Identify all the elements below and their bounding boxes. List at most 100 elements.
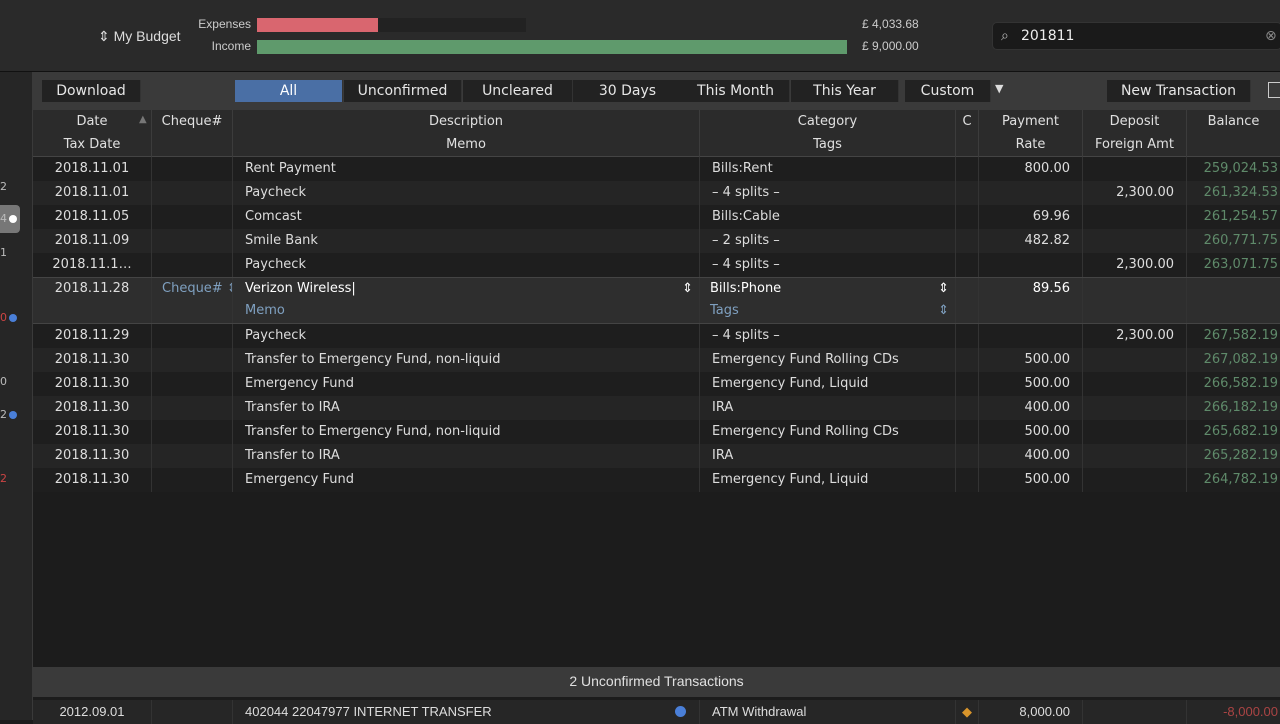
- description-cell: Rent Payment: [233, 157, 700, 181]
- date-cell: 2018.11.01: [33, 181, 152, 205]
- memo-field[interactable]: Memo: [245, 300, 699, 322]
- cleared-cell[interactable]: [956, 181, 979, 205]
- header-balance[interactable]: Balance: [1187, 110, 1280, 157]
- filter-tab-all[interactable]: All: [235, 80, 343, 102]
- sidebar-item-count[interactable]: 1: [0, 246, 7, 259]
- transaction-list: 2018.11.01 Rent Payment Bills:Rent 800.0…: [33, 157, 1280, 492]
- status-dot-icon: [9, 314, 17, 322]
- deposit-cell: 2,300.00: [1083, 253, 1187, 277]
- sidebar-item-count[interactable]: 2: [0, 408, 17, 421]
- download-button[interactable]: Download: [42, 80, 141, 102]
- balance-cell: 265,282.19: [1203, 448, 1278, 463]
- balance-cell: 260,771.75: [1203, 233, 1278, 248]
- payment-field[interactable]: 89.56: [979, 278, 1083, 323]
- category-cell: IRA: [700, 444, 956, 468]
- filter-tab-this-month[interactable]: This Month: [682, 80, 790, 102]
- payment-cell: 400.00: [979, 396, 1083, 420]
- table-row[interactable]: 2018.11.30 Transfer to IRA IRA 400.00 26…: [33, 444, 1280, 468]
- cheque-cell: [152, 229, 233, 253]
- header-cheque[interactable]: Cheque#: [152, 110, 233, 157]
- unconfirmed-row[interactable]: 2012.09.01 402044 22047977 INTERNET TRAN…: [33, 700, 1280, 724]
- cleared-cell[interactable]: [956, 157, 979, 181]
- category-field[interactable]: Bills:Phone ⇕ Tags ⇕: [700, 278, 956, 323]
- header-category[interactable]: Category Tags: [700, 110, 956, 157]
- updown-icon: ⇕: [98, 28, 110, 44]
- description-field[interactable]: Verizon Wireless| ⇕ Memo: [233, 278, 700, 323]
- date-field[interactable]: 2018.11.28: [33, 278, 152, 323]
- filter-tab-custom[interactable]: Custom: [905, 80, 991, 102]
- sidebar-item-count[interactable]: 4: [0, 212, 17, 225]
- cleared-cell[interactable]: [956, 468, 979, 492]
- sidebar-item-count[interactable]: 0: [0, 311, 17, 324]
- header-payment[interactable]: Payment Rate: [979, 110, 1083, 157]
- sidebar-item-count[interactable]: 2: [0, 472, 7, 485]
- table-row[interactable]: 2018.11.01 Paycheck – 4 splits – 2,300.0…: [33, 181, 1280, 205]
- stepper-icon: ⇕: [682, 281, 693, 296]
- cleared-cell[interactable]: [956, 444, 979, 468]
- clear-search-icon[interactable]: ⊗: [1265, 28, 1277, 44]
- table-row[interactable]: 2018.11.1… Paycheck – 4 splits – 2,300.0…: [33, 253, 1280, 277]
- balance-cell: 266,582.19: [1203, 376, 1278, 391]
- table-row[interactable]: 2018.11.05 Comcast Bills:Cable 69.96 261…: [33, 205, 1280, 229]
- balance-cell: 267,082.19: [1203, 352, 1278, 367]
- payment-cell: 482.82: [979, 229, 1083, 253]
- sidebar-item-count[interactable]: 2: [0, 180, 7, 193]
- date-cell: 2018.11.30: [33, 396, 152, 420]
- deposit-cell: [1083, 420, 1187, 444]
- tags-field[interactable]: Tags ⇕: [710, 300, 955, 322]
- table-row[interactable]: 2018.11.30 Emergency Fund Emergency Fund…: [33, 468, 1280, 492]
- table-row[interactable]: 2018.11.09 Smile Bank – 2 splits – 482.8…: [33, 229, 1280, 253]
- description-cell: Smile Bank: [233, 229, 700, 253]
- diamond-icon: ◆: [956, 700, 979, 724]
- date-cell: 2018.11.09: [33, 229, 152, 253]
- new-transaction-button[interactable]: New Transaction: [1107, 80, 1251, 102]
- filter-tab-unconfirmed[interactable]: Unconfirmed: [344, 80, 462, 102]
- header-description[interactable]: Description Memo: [233, 110, 700, 157]
- search-input[interactable]: ⌕ 201811 ⊗: [992, 22, 1280, 50]
- table-row[interactable]: 2018.11.30 Transfer to IRA IRA 400.00 26…: [33, 396, 1280, 420]
- cleared-cell[interactable]: [956, 205, 979, 229]
- table-row[interactable]: 2018.11.30 Emergency Fund Emergency Fund…: [33, 372, 1280, 396]
- balance-cell: 264,782.19: [1203, 472, 1278, 487]
- filter-tab-this-year[interactable]: This Year: [791, 80, 899, 102]
- category-cell: Emergency Fund Rolling CDs: [700, 348, 956, 372]
- budget-selector[interactable]: ⇕ My Budget: [98, 28, 181, 45]
- cheque-cell: [152, 348, 233, 372]
- table-row[interactable]: 2018.11.30 Transfer to Emergency Fund, n…: [33, 348, 1280, 372]
- balance-cell: 267,582.19: [1203, 328, 1278, 343]
- date-cell: 2018.11.30: [33, 372, 152, 396]
- cheque-cell: [152, 420, 233, 444]
- table-row[interactable]: 2018.11.30 Transfer to Emergency Fund, n…: [33, 420, 1280, 444]
- cleared-cell[interactable]: [956, 324, 979, 348]
- table-row[interactable]: 2018.11.01 Rent Payment Bills:Rent 800.0…: [33, 157, 1280, 181]
- filter-tab-uncleared[interactable]: Uncleared: [463, 80, 573, 102]
- filter-tab-30-days[interactable]: 30 Days: [573, 80, 683, 102]
- cleared-cell[interactable]: [956, 420, 979, 444]
- status-dot-icon: [9, 215, 17, 223]
- deposit-field[interactable]: [1083, 278, 1187, 323]
- payment-cell: 400.00: [979, 444, 1083, 468]
- date-cell: 2018.11.30: [33, 444, 152, 468]
- cleared-cell[interactable]: [956, 372, 979, 396]
- table-row[interactable]: 2018.11.29 Paycheck – 4 splits – 2,300.0…: [33, 324, 1280, 348]
- deposit-cell: [1083, 205, 1187, 229]
- editing-row[interactable]: 2018.11.28 Cheque# ⇕ Verizon Wireless|⇕M…: [33, 277, 1280, 324]
- header-date[interactable]: Date Tax Date ▲: [33, 110, 152, 157]
- header-deposit[interactable]: Deposit Foreign Amt: [1083, 110, 1187, 157]
- cleared-cell[interactable]: [956, 396, 979, 420]
- cleared-cell[interactable]: [956, 348, 979, 372]
- deposit-cell: 2,300.00: [1083, 324, 1187, 348]
- description-cell: Paycheck: [233, 253, 700, 277]
- cleared-cell[interactable]: [956, 253, 979, 277]
- income-bar: [257, 40, 847, 54]
- custom-dropdown-icon[interactable]: ▼: [995, 82, 1003, 95]
- stepper-icon: ⇕: [938, 303, 949, 318]
- category-cell: IRA: [700, 396, 956, 420]
- sidebar: 2 4 1 0 0 2 2: [0, 72, 33, 720]
- category-cell: Bills:Rent: [700, 157, 956, 181]
- header-cleared[interactable]: C: [956, 110, 979, 157]
- cleared-cell[interactable]: [956, 229, 979, 253]
- panel-toggle-icon[interactable]: [1268, 82, 1280, 98]
- sidebar-item-count[interactable]: 0: [0, 375, 7, 388]
- cheque-field[interactable]: Cheque# ⇕: [152, 278, 233, 323]
